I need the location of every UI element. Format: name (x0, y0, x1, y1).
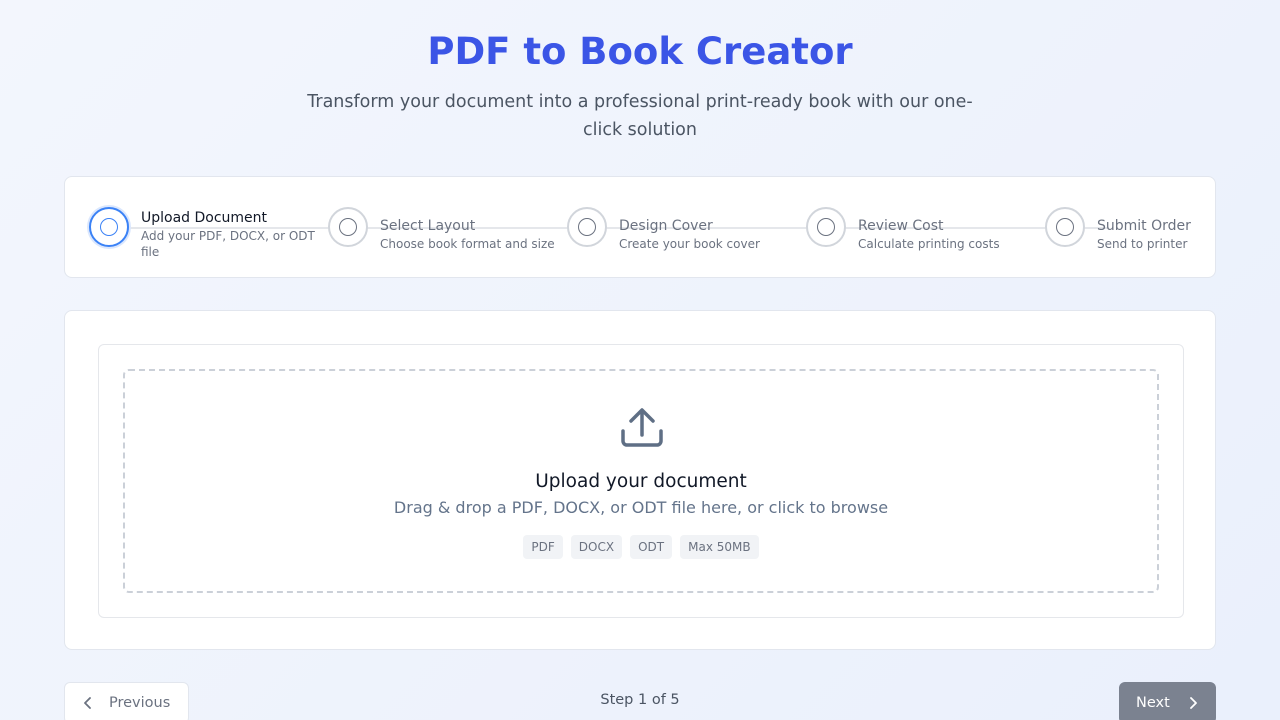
next-label: Next (1136, 695, 1170, 711)
step-indicator-icon (328, 207, 368, 247)
file-type-tags: PDF DOCX ODT Max 50MB (125, 535, 1157, 559)
step-indicator-icon (1045, 207, 1085, 247)
step-select-layout[interactable]: Select Layout Choose book format and siz… (328, 207, 560, 252)
step-title: Review Cost (858, 218, 944, 234)
stepper: Upload Document Add your PDF, DOCX, or O… (64, 176, 1216, 278)
upload-icon (621, 408, 663, 447)
upload-panel: Upload your document Drag & drop a PDF, … (98, 344, 1184, 618)
step-review-cost[interactable]: Review Cost Calculate printing costs (806, 207, 1038, 252)
step-description: Add your PDF, DOCX, or ODT file (141, 229, 315, 259)
step-description: Calculate printing costs (858, 237, 1000, 251)
page-title: PDF to Book Creator (427, 30, 853, 73)
step-indicator-icon (89, 207, 129, 247)
step-description: Send to printer (1097, 237, 1188, 251)
upload-card: Upload your document Drag & drop a PDF, … (64, 310, 1216, 650)
step-title: Upload Document (141, 210, 268, 226)
step-upload-document[interactable]: Upload Document Add your PDF, DOCX, or O… (89, 207, 321, 260)
max-size-tag: Max 50MB (680, 535, 759, 559)
page-subtitle: Transform your document into a professio… (307, 92, 973, 140)
file-dropzone[interactable]: Upload your document Drag & drop a PDF, … (123, 369, 1159, 593)
step-submit-order[interactable]: Submit Order Send to printer (1045, 207, 1207, 252)
file-type-tag: ODT (630, 535, 673, 559)
step-indicator: Step 1 of 5 (600, 692, 680, 708)
file-type-tag: PDF (523, 535, 563, 559)
step-title: Submit Order (1097, 218, 1191, 234)
dropzone-title: Upload your document (535, 471, 747, 492)
dropzone-instructions: Drag & drop a PDF, DOCX, or ODT file her… (393, 498, 889, 517)
step-title: Design Cover (619, 218, 713, 234)
step-description: Create your book cover (619, 237, 760, 251)
file-type-tag: DOCX (570, 535, 623, 559)
step-title: Select Layout (380, 218, 476, 234)
step-description: Choose book format and size (380, 237, 555, 251)
step-indicator-icon (567, 207, 607, 247)
chevron-right-icon (1189, 697, 1197, 709)
step-indicator-icon (806, 207, 846, 247)
step-design-cover[interactable]: Design Cover Create your book cover (567, 207, 799, 252)
next-button[interactable]: Next (1119, 682, 1216, 720)
